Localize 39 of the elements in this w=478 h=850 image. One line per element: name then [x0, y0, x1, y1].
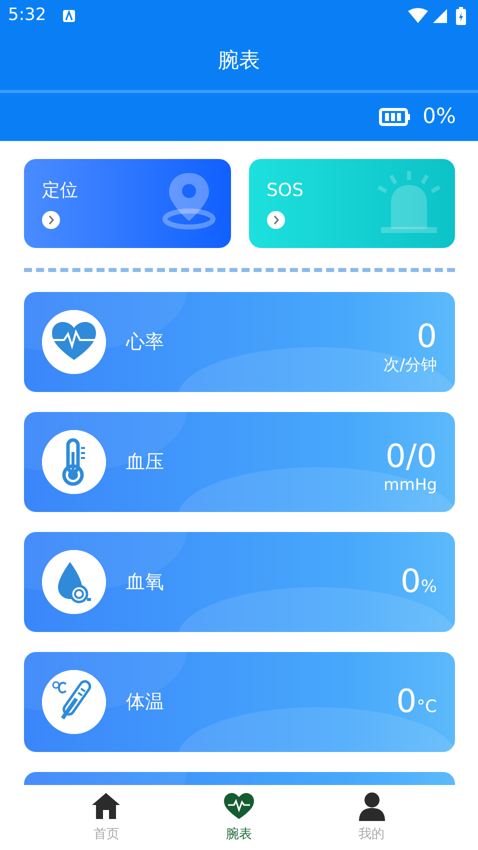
notification-icon	[62, 9, 76, 23]
metric-unit: %	[420, 577, 437, 598]
metric-value: 0	[416, 318, 437, 354]
battery-percentage: 0%	[422, 103, 456, 130]
nav-tab[interactable]: 我的	[332, 785, 412, 844]
card-title: 定位	[42, 179, 78, 203]
siren-icon	[377, 171, 441, 233]
battery-icon	[378, 107, 411, 127]
metric-label: 血压	[126, 450, 164, 475]
metric-card[interactable]: 心率 0 次/分钟	[24, 292, 455, 392]
battery-charging-icon	[456, 7, 466, 25]
metric-value: 0/0	[384, 438, 437, 474]
signal-icon	[432, 8, 448, 24]
metric-unit: mmHg	[384, 474, 437, 496]
chevron-right-icon	[42, 211, 60, 229]
sos-card[interactable]: SOS	[248, 159, 455, 248]
metric-unit: 次/分钟	[384, 354, 437, 376]
heart-pulse-icon	[42, 310, 106, 374]
nav-tab[interactable]: 首页	[66, 785, 146, 844]
card-title: SOS	[266, 179, 304, 203]
chevron-right-icon	[266, 211, 284, 229]
metric-value: 0	[396, 682, 417, 720]
location-card[interactable]: 定位	[24, 159, 230, 248]
metric-label: 心率	[126, 330, 164, 355]
wifi-icon	[408, 8, 428, 24]
nav-tab[interactable]: 腕表	[198, 785, 279, 844]
thermometer-icon	[42, 430, 106, 494]
metric-card[interactable]: 血氧 0%	[24, 532, 455, 632]
droplet-icon	[42, 550, 106, 614]
thermometer-icon	[42, 670, 106, 734]
metric-label: 血氧	[126, 570, 164, 595]
location-pin-icon	[160, 171, 216, 231]
page-title: 腕表	[218, 47, 260, 74]
metric-value: 0	[400, 562, 421, 600]
metric-unit: °C	[416, 697, 437, 718]
status-time: 5:32	[8, 4, 46, 28]
metric-card[interactable]: 体温 0°C	[24, 652, 455, 752]
metric-label: 体温	[126, 690, 164, 715]
metric-card[interactable]: 血压 0/0 mmHg	[24, 412, 455, 512]
